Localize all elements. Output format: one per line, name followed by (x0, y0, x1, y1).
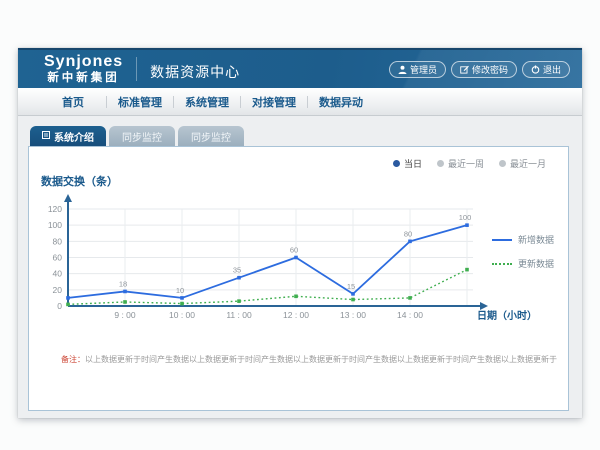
radio-label: 最近一月 (510, 157, 546, 170)
svg-text:60: 60 (53, 253, 63, 263)
legend-item-new-data[interactable]: 新增数据 (492, 233, 554, 246)
nav-item-data-change[interactable]: 数据异动 (308, 94, 374, 110)
y-axis-title: 数据交换（条） (41, 173, 118, 189)
radio-today[interactable]: 当日 (393, 157, 422, 170)
document-icon (42, 131, 50, 142)
svg-text:15: 15 (347, 282, 355, 291)
legend-label: 新增数据 (518, 233, 554, 246)
svg-text:10 : 00: 10 : 00 (169, 310, 195, 320)
tab-label: 同步监控 (191, 129, 231, 144)
tab-sync-monitor-1[interactable]: 同步监控 (109, 126, 175, 146)
tab-label: 系统介绍 (54, 129, 94, 144)
legend-item-updated-data[interactable]: 更新数据 (492, 257, 554, 270)
svg-text:18: 18 (119, 279, 127, 288)
svg-text:80: 80 (53, 236, 63, 246)
radio-label: 最近一周 (448, 157, 484, 170)
chart-svg: 0 20 40 60 80 100 120 9 : 00 10 : 00 11 : 00 12 : … (29, 191, 570, 331)
radio-dot (437, 160, 444, 167)
dotted-line-swatch (492, 263, 512, 265)
change-password-button[interactable]: 修改密码 (451, 61, 517, 78)
radio-dot (393, 160, 400, 167)
nav-item-docking-mgmt[interactable]: 对接管理 (241, 94, 307, 110)
chart-legend: 新增数据 更新数据 (492, 233, 554, 270)
svg-text:9 : 00: 9 : 00 (114, 310, 136, 320)
current-user-button[interactable]: 管理员 (389, 61, 446, 78)
svg-text:11 : 00: 11 : 00 (226, 310, 252, 320)
radio-dot (499, 160, 506, 167)
company-logo: Synjones 新中新集团 (44, 54, 123, 85)
radio-last-month[interactable]: 最近一月 (499, 157, 546, 170)
logo-subtext: 新中新集团 (44, 73, 123, 85)
tab-bar: 系统介绍 同步监控 同步监控 (30, 126, 582, 146)
logout-button[interactable]: 退出 (522, 61, 570, 78)
svg-text:13 : 00: 13 : 00 (340, 310, 366, 320)
radio-last-week[interactable]: 最近一周 (437, 157, 484, 170)
chart-panel: 当日 最近一周 最近一月 数据交换（条） 0 20 40 60 80 100 120 9 : … (28, 146, 569, 411)
svg-text:100: 100 (48, 220, 62, 230)
svg-text:80: 80 (404, 229, 412, 238)
user-menu: 管理员 修改密码 退出 (389, 61, 570, 78)
tab-sync-monitor-2[interactable]: 同步监控 (178, 126, 244, 146)
note-prefix: 备注： (61, 355, 85, 364)
nav-item-standard-mgmt[interactable]: 标准管理 (107, 94, 173, 110)
svg-text:20: 20 (53, 285, 63, 295)
svg-text:0: 0 (57, 301, 62, 311)
tab-label: 同步监控 (122, 129, 162, 144)
user-icon (398, 65, 407, 74)
current-user-label: 管理员 (410, 63, 437, 76)
edit-icon (460, 65, 469, 74)
main-nav: 首页 标准管理 系统管理 对接管理 数据异动 (18, 88, 582, 116)
svg-text:35: 35 (233, 266, 241, 275)
note-text: 以上数据更新于时间产生数据以上数据更新于时间产生数据以上数据更新于时间产生数据以… (85, 355, 557, 364)
footer-note: 备注：以上数据更新于时间产生数据以上数据更新于时间产生数据以上数据更新于时间产生… (61, 354, 566, 365)
app-window: Synjones 新中新集团 数据资源中心 管理员 修改密码 (18, 48, 582, 418)
svg-text:14 : 00: 14 : 00 (397, 310, 423, 320)
header-divider (136, 57, 137, 81)
app-title: 数据资源中心 (150, 62, 240, 82)
svg-text:120: 120 (48, 204, 62, 214)
content-area: 系统介绍 同步监控 同步监控 当日 最近一周 (18, 116, 582, 411)
nav-item-system-mgmt[interactable]: 系统管理 (174, 94, 240, 110)
nav-item-home[interactable]: 首页 (40, 94, 106, 110)
solid-line-swatch (492, 239, 512, 241)
svg-text:12 : 00: 12 : 00 (283, 310, 309, 320)
svg-text:60: 60 (290, 246, 298, 255)
legend-label: 更新数据 (518, 257, 554, 270)
change-password-label: 修改密码 (472, 63, 508, 76)
svg-text:10: 10 (176, 286, 184, 295)
radio-label: 当日 (404, 157, 422, 170)
power-icon (531, 65, 540, 74)
svg-text:100: 100 (459, 213, 472, 222)
tab-system-intro[interactable]: 系统介绍 (30, 126, 106, 146)
logout-label: 退出 (543, 63, 561, 76)
svg-text:40: 40 (53, 269, 63, 279)
time-range-options: 当日 最近一周 最近一月 (393, 157, 546, 170)
logo-text: Synjones (44, 54, 123, 70)
app-header: Synjones 新中新集团 数据资源中心 管理员 修改密码 (18, 48, 582, 88)
svg-text:日期（小时）: 日期（小时） (477, 309, 537, 322)
